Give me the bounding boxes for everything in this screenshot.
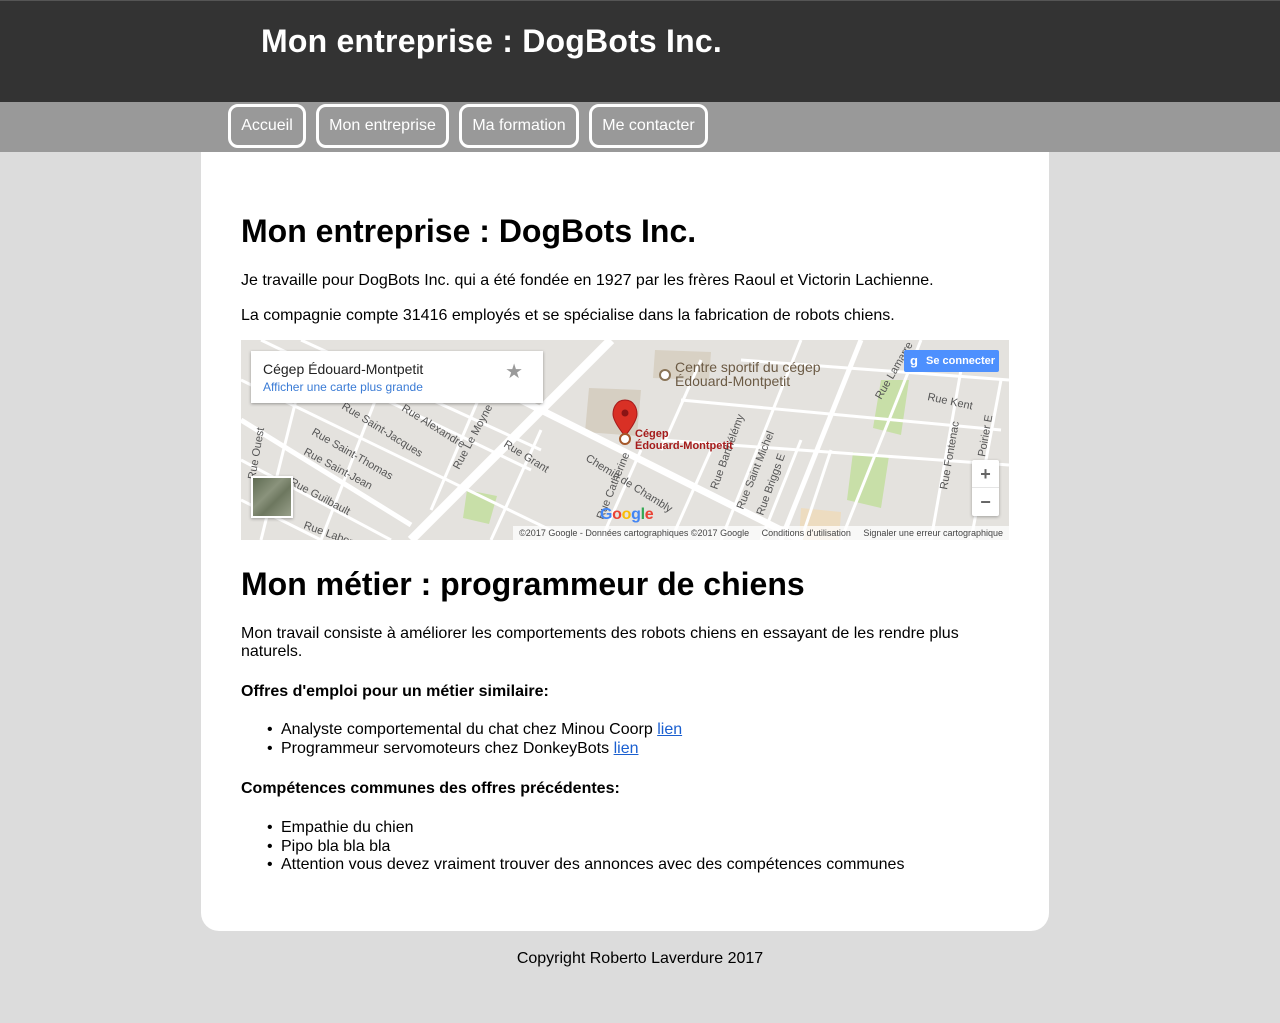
main-content: Mon entreprise : DogBots Inc. Je travail…	[201, 152, 1049, 931]
nav-item-mon-entreprise[interactable]: Mon entreprise	[316, 104, 449, 148]
zoom-out-button[interactable]: −	[972, 488, 999, 516]
job-heading: Mon métier : programmeur de chiens	[241, 566, 805, 602]
offer-link[interactable]: lien	[657, 721, 682, 738]
map-terms-link[interactable]: Conditions d'utilisation	[762, 528, 851, 538]
google-plus-icon: g	[910, 353, 918, 368]
footer-copyright: Copyright Roberto Laverdure 2017	[516, 950, 764, 967]
job-description: Mon travail consiste à améliorer les com…	[241, 625, 959, 660]
sign-in-label: Se connecter	[926, 355, 996, 367]
list-item: • Empathie du chien	[267, 819, 414, 836]
map-report-error-link[interactable]: Signaler une erreur cartographique	[863, 528, 1003, 538]
star-icon[interactable]: ★	[505, 359, 523, 384]
list-item: • Attention vous devez vraiment trouver …	[267, 856, 905, 873]
skills-title: Compétences communes des offres précéden…	[241, 780, 620, 797]
site-title: Mon entreprise : DogBots Inc.	[261, 23, 722, 59]
map-copyright: ©2017 Google - Données cartographiques ©…	[519, 528, 750, 538]
nav-item-accueil[interactable]: Accueil	[228, 104, 306, 148]
offers-title: Offres d'emploi pour un métier similaire…	[241, 683, 549, 700]
offer-text: Programmeur servomoteurs chez DonkeyBots	[281, 739, 610, 757]
offers-list: • Analyste comportemental du chat chez M…	[267, 721, 682, 758]
map-place-card: Cégep Édouard-Montpetit Afficher une car…	[251, 351, 543, 403]
list-item: • Programmeur servomoteurs chez DonkeyBo…	[267, 739, 639, 757]
skills-list: • Empathie du chien • Pipo bla bla bla •…	[267, 819, 904, 875]
offer-text: Analyste comportemental du chat chez Min…	[281, 721, 653, 738]
site-header: Mon entreprise : DogBots Inc.	[0, 0, 1280, 102]
nav-item-ma-formation[interactable]: Ma formation	[459, 104, 579, 148]
sign-in-button[interactable]: g Se connecter	[904, 350, 999, 372]
offer-link[interactable]: lien	[614, 740, 639, 757]
satellite-toggle[interactable]	[251, 476, 293, 518]
map-pin-label[interactable]: Cégep Édouard-Montpetit	[635, 428, 733, 452]
nav-bar: Accueil Mon entreprise Ma formation Me c…	[0, 102, 1280, 152]
intro-paragraph-2: La compagnie compte 31416 employés et se…	[241, 307, 895, 324]
larger-map-link[interactable]: Afficher une carte plus grande	[263, 380, 423, 394]
google-map[interactable]: Rue Saint-Jacques Rue Saint-Thomas Rue Sai…	[241, 340, 1009, 540]
poi-label-centre-sportif[interactable]: Centre sportif du cégep Édouard-Montpeti…	[675, 360, 821, 388]
list-item: • Analyste comportemental du chat chez M…	[267, 721, 683, 738]
map-place-name: Cégep Édouard-Montpetit	[263, 361, 424, 377]
intro-paragraph-1: Je travaille pour DogBots Inc. qui a été…	[241, 272, 934, 289]
list-item: • Pipo bla bla bla	[267, 837, 391, 855]
company-heading: Mon entreprise : DogBots Inc.	[241, 213, 697, 249]
zoom-controls: + −	[972, 460, 999, 516]
google-logo: Google	[600, 506, 654, 523]
map-attribution: ©2017 Google - Données cartographiques ©…	[513, 526, 1009, 540]
zoom-in-button[interactable]: +	[972, 460, 999, 488]
nav-item-me-contacter[interactable]: Me contacter	[589, 104, 708, 148]
